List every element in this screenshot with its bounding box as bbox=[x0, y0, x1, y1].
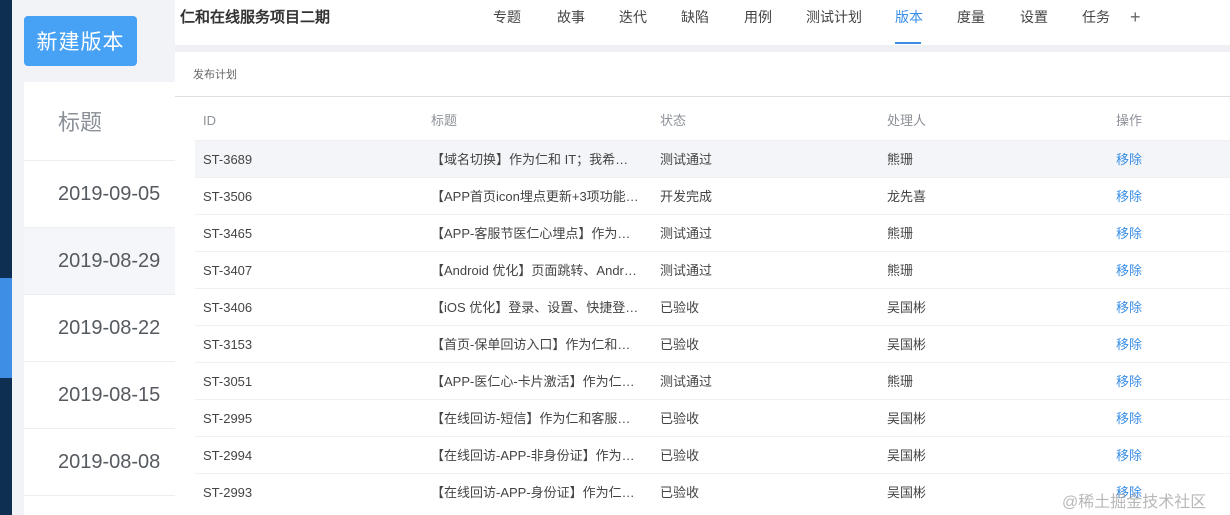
row-status: 测试通过 bbox=[660, 152, 713, 167]
row-id: ST-2995 bbox=[203, 411, 253, 426]
row-status: 已验收 bbox=[660, 485, 700, 500]
row-owner: 龙先喜 bbox=[887, 189, 927, 204]
row-owner: 吴国彬 bbox=[887, 411, 927, 426]
remove-link[interactable]: 移除 bbox=[1116, 289, 1196, 326]
row-status: 已验收 bbox=[660, 411, 700, 426]
row-title[interactable]: 【在线回访-APP-身份证】作为仁和… bbox=[431, 474, 641, 511]
version-item[interactable]: 2019-08-15 bbox=[24, 361, 175, 428]
row-id: ST-3465 bbox=[203, 226, 253, 241]
tab-defect[interactable]: 缺陷 bbox=[681, 0, 709, 36]
section-divider bbox=[175, 96, 1230, 97]
tab-topic[interactable]: 专题 bbox=[493, 0, 521, 36]
version-item[interactable]: 2019-08-22 bbox=[24, 294, 175, 361]
tab-test-case[interactable]: 用例 bbox=[744, 0, 772, 36]
row-owner: 吴国彬 bbox=[887, 485, 927, 500]
tab-metrics[interactable]: 度量 bbox=[957, 0, 985, 36]
row-title[interactable]: 【iOS 优化】登录、设置、快捷登… bbox=[431, 289, 641, 326]
row-status: 已验收 bbox=[660, 300, 700, 315]
left-nav-strip bbox=[0, 0, 12, 515]
left-nav-highlight bbox=[0, 278, 12, 378]
row-title[interactable]: 【APP-客服节医仁心埋点】作为仁… bbox=[431, 215, 641, 252]
remove-link[interactable]: 移除 bbox=[1116, 252, 1196, 289]
row-owner: 熊珊 bbox=[887, 226, 914, 241]
row-owner: 熊珊 bbox=[887, 152, 914, 167]
row-owner: 吴国彬 bbox=[887, 448, 927, 463]
section-label: 发布计划 bbox=[193, 69, 237, 81]
row-owner: 熊珊 bbox=[887, 374, 914, 389]
tab-test-plan[interactable]: 测试计划 bbox=[806, 0, 862, 36]
tab-version[interactable]: 版本 bbox=[895, 0, 923, 36]
release-plan-panel: 发布计划 ID 标题 状态 处理人 操作 ST-3689 【域名切换】作为仁和 … bbox=[175, 52, 1230, 515]
row-status: 已验收 bbox=[660, 448, 700, 463]
column-header-title: 标题 bbox=[431, 113, 458, 128]
new-version-button[interactable]: 新建版本 bbox=[24, 16, 137, 66]
row-id: ST-3506 bbox=[203, 189, 253, 204]
tab-iteration[interactable]: 迭代 bbox=[619, 0, 647, 36]
version-item[interactable]: 2019-08-08 bbox=[24, 428, 175, 495]
version-list-title: 标题 bbox=[58, 110, 103, 135]
row-status: 已验收 bbox=[660, 337, 700, 352]
top-nav-bar: 仁和在线服务项目二期 专题 故事 迭代 缺陷 用例 测试计划 版本 度量 设置 … bbox=[175, 0, 1230, 46]
table-row[interactable]: ST-3051 【APP-医仁心-卡片激活】作为仁和… 测试通过 熊珊 移除 bbox=[195, 362, 1230, 399]
row-id: ST-3406 bbox=[203, 300, 253, 315]
release-plan-table: ID 标题 状态 处理人 操作 ST-3689 【域名切换】作为仁和 IT；我希… bbox=[195, 102, 1230, 510]
remove-link[interactable]: 移除 bbox=[1116, 326, 1196, 363]
tab-settings[interactable]: 设置 bbox=[1020, 0, 1048, 36]
row-status: 开发完成 bbox=[660, 189, 713, 204]
table-header: ID 标题 状态 处理人 操作 bbox=[195, 102, 1230, 140]
remove-link[interactable]: 移除 bbox=[1116, 215, 1196, 252]
row-owner: 吴国彬 bbox=[887, 300, 927, 315]
row-id: ST-3689 bbox=[203, 152, 253, 167]
watermark: @稀土掘金技术社区 bbox=[1062, 494, 1207, 511]
row-title[interactable]: 【APP首页icon埋点更新+3项功能… bbox=[431, 178, 641, 215]
remove-link[interactable]: 移除 bbox=[1116, 141, 1196, 178]
row-id: ST-3153 bbox=[203, 337, 253, 352]
row-title[interactable]: 【APP-医仁心-卡片激活】作为仁和… bbox=[431, 363, 641, 400]
remove-link[interactable]: 移除 bbox=[1116, 437, 1196, 474]
table-row[interactable]: ST-2995 【在线回访-短信】作为仁和客服；… 已验收 吴国彬 移除 bbox=[195, 399, 1230, 436]
row-title[interactable]: 【首页-保单回访入口】作为仁和客… bbox=[431, 326, 641, 363]
row-status: 测试通过 bbox=[660, 263, 713, 278]
remove-link[interactable]: 移除 bbox=[1116, 363, 1196, 400]
row-title[interactable]: 【在线回访-APP-非身份证】作为仁… bbox=[431, 437, 641, 474]
table-row[interactable]: ST-3465 【APP-客服节医仁心埋点】作为仁… 测试通过 熊珊 移除 bbox=[195, 214, 1230, 251]
table-row[interactable]: ST-3689 【域名切换】作为仁和 IT；我希望… 测试通过 熊珊 移除 bbox=[195, 140, 1230, 177]
table-row[interactable]: ST-3407 【Android 优化】页面跳转、Androi… 测试通过 熊珊… bbox=[195, 251, 1230, 288]
remove-link[interactable]: 移除 bbox=[1116, 178, 1196, 215]
row-status: 测试通过 bbox=[660, 226, 713, 241]
row-title[interactable]: 【在线回访-短信】作为仁和客服；… bbox=[431, 400, 641, 437]
row-id: ST-2993 bbox=[203, 485, 253, 500]
table-row[interactable]: ST-3153 【首页-保单回访入口】作为仁和客… 已验收 吴国彬 移除 bbox=[195, 325, 1230, 362]
column-header-status: 状态 bbox=[660, 113, 687, 128]
row-id: ST-3051 bbox=[203, 374, 253, 389]
column-header-id: ID bbox=[203, 113, 216, 128]
table-row[interactable]: ST-3406 【iOS 优化】登录、设置、快捷登… 已验收 吴国彬 移除 bbox=[195, 288, 1230, 325]
active-tab-underline bbox=[895, 42, 921, 44]
row-status: 测试通过 bbox=[660, 374, 713, 389]
remove-link[interactable]: 移除 bbox=[1116, 400, 1196, 437]
version-list: 标题 2019-09-05 2019-08-29 2019-08-22 2019… bbox=[24, 82, 175, 515]
table-row[interactable]: ST-3506 【APP首页icon埋点更新+3项功能… 开发完成 龙先喜 移除 bbox=[195, 177, 1230, 214]
version-item[interactable]: 2019-09-05 bbox=[24, 160, 175, 227]
column-header-action: 操作 bbox=[1116, 113, 1143, 128]
row-title[interactable]: 【Android 优化】页面跳转、Androi… bbox=[431, 252, 641, 289]
row-title[interactable]: 【域名切换】作为仁和 IT；我希望… bbox=[431, 141, 641, 178]
tab-tasks[interactable]: 任务 bbox=[1082, 0, 1110, 36]
version-item[interactable]: 2019-08-29 bbox=[24, 227, 175, 294]
row-id: ST-3407 bbox=[203, 263, 253, 278]
project-title: 仁和在线服务项目二期 bbox=[180, 9, 331, 26]
column-header-owner: 处理人 bbox=[887, 113, 927, 128]
row-id: ST-2994 bbox=[203, 448, 253, 463]
table-row[interactable]: ST-2994 【在线回访-APP-非身份证】作为仁… 已验收 吴国彬 移除 bbox=[195, 436, 1230, 473]
add-tab-icon[interactable]: + bbox=[1130, 0, 1141, 36]
row-owner: 吴国彬 bbox=[887, 337, 927, 352]
row-owner: 熊珊 bbox=[887, 263, 914, 278]
tab-story[interactable]: 故事 bbox=[557, 0, 585, 36]
version-list-end bbox=[24, 495, 175, 515]
